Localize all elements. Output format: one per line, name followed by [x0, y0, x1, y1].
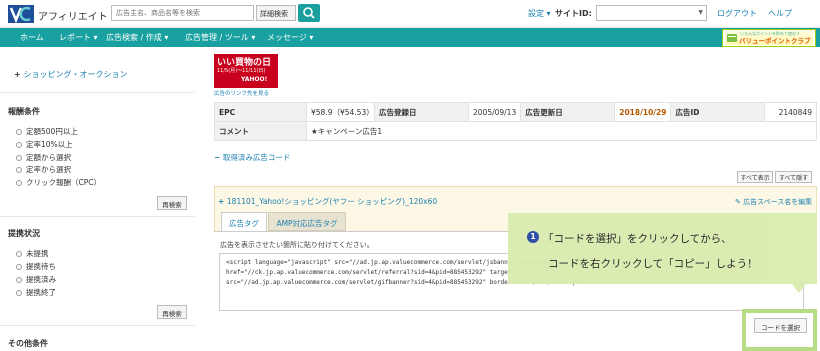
vc-logo-icon[interactable] — [8, 5, 34, 23]
divider — [0, 325, 195, 326]
help-link[interactable]: ヘルプ — [768, 8, 792, 19]
comment-value: ★キャンペーン広告1 — [306, 121, 817, 141]
nav-ad-search[interactable]: 広告検索 / 作成 ▾ — [106, 32, 168, 43]
search-button[interactable] — [298, 4, 320, 22]
reward-option[interactable]: 定額から選択 — [16, 152, 71, 163]
site-id-select[interactable]: ▼ — [596, 5, 707, 21]
radio-icon — [16, 142, 22, 148]
ad-space-title-label: 181101_Yahoo!ショッピング(ヤフー ショッピング)_120x60 — [226, 197, 438, 206]
reward-option[interactable]: 定率10%以上 — [16, 139, 73, 150]
ad-destination-link[interactable]: 広告のリンク先を見る — [214, 89, 269, 97]
instruction-callout: 1 「コードを選択」をクリックしてから、 コードを右クリックして「コピー」しよう… — [508, 213, 817, 284]
settings-menu[interactable]: 設定 ▾ — [528, 8, 551, 19]
status-option[interactable]: 提携終了 — [16, 287, 56, 298]
status-research-button[interactable]: 再検索 — [157, 305, 187, 319]
callout-line-1: 「コードを選択」をクリックしてから、 — [543, 233, 732, 245]
status-option[interactable]: 提携済み — [16, 274, 56, 285]
status-option[interactable]: 未提携 — [16, 248, 49, 259]
other-conditions-title: その他条件 — [8, 339, 48, 348]
table-row: コメント ★キャンペーン広告1 — [214, 121, 817, 141]
logout-link[interactable]: ログアウト — [717, 8, 757, 19]
comment-label: コメント — [214, 121, 307, 141]
search-mode-select[interactable]: 詳細検索 — [256, 5, 296, 21]
fetched-codes-toggle[interactable]: − 取得済み広告コード — [214, 152, 290, 163]
search-icon — [303, 7, 315, 19]
ad-space-title[interactable]: + 181101_Yahoo!ショッピング(ヤフー ショッピング)_120x60 — [218, 196, 437, 207]
radio-icon — [16, 290, 22, 296]
status-title: 提携状況 — [8, 229, 40, 238]
chevron-down-icon: ▼ — [698, 9, 703, 16]
radio-icon — [16, 180, 22, 186]
tab-ad-tag[interactable]: 広告タグ — [221, 212, 267, 231]
ad-info-table: EPC ¥58.9（¥54.53） 広告登録日 2005/09/13 広告更新日… — [214, 102, 817, 141]
brand-name: アフィリエイト — [38, 12, 108, 23]
radio-icon — [16, 155, 22, 161]
ad-banner-dates: 11/5(月)〜11/11(日) — [217, 68, 266, 74]
divider — [0, 92, 195, 93]
ad-id-label: 広告ID — [670, 102, 766, 122]
radio-icon — [16, 251, 22, 257]
radio-icon — [16, 277, 22, 283]
updated-label: 広告更新日 — [520, 102, 616, 122]
registered-label: 広告登録日 — [374, 102, 469, 122]
table-row: EPC ¥58.9（¥54.53） 広告登録日 2005/09/13 広告更新日… — [214, 102, 817, 122]
select-code-button[interactable]: コードを選択 — [754, 318, 807, 333]
yahoo-logo: YAHOO! — [241, 76, 268, 83]
edit-space-name-link[interactable]: ✎ 広告スペース名を編集 — [735, 197, 812, 207]
reward-title: 報酬条件 — [8, 107, 40, 116]
category-link[interactable]: + ショッピング・オークション — [14, 69, 128, 80]
reward-option[interactable]: 定額500円以上 — [16, 126, 78, 137]
reward-option[interactable]: 定率から選択 — [16, 164, 71, 175]
nav-home[interactable]: ホーム — [20, 32, 44, 43]
ad-banner-image[interactable]: いい買物の日 11/5(月)〜11/11(日) YAHOO! — [214, 54, 278, 88]
collapse-all-button[interactable]: すべて隠す — [775, 171, 812, 183]
banner-text: バリューポイントクラブ — [739, 37, 811, 45]
top-header: アフィリエイト 詳細検索 設定 ▾ サイトID: ▼ ログアウト ヘルプ — [0, 0, 820, 28]
radio-icon — [16, 129, 22, 135]
nav-report[interactable]: レポート ▾ — [59, 32, 98, 43]
step-number-badge: 1 — [527, 231, 539, 243]
nav-messages[interactable]: メッセージ ▾ — [267, 32, 313, 43]
banner-bg: いろんなポイントを貯めて使おう バリューポイントクラブ — [725, 31, 813, 45]
plus-icon: + — [14, 70, 24, 79]
reward-research-button[interactable]: 再検索 — [157, 196, 187, 210]
plus-icon: + — [218, 197, 227, 206]
reward-option[interactable]: クリック報酬（CPC） — [16, 177, 101, 188]
paste-hint: 広告を表示させたい箇所に貼り付けてください。 — [220, 241, 374, 249]
point-card-icon — [727, 34, 737, 42]
radio-icon — [16, 167, 22, 173]
nav-ad-manage[interactable]: 広告管理 / ツール ▾ — [185, 32, 255, 43]
site-id-label: サイトID: — [555, 9, 592, 18]
search-input[interactable] — [111, 5, 254, 21]
updated-value: 2018/10/29 — [614, 102, 672, 122]
radio-icon — [16, 264, 22, 270]
minus-icon: − — [214, 153, 223, 162]
show-all-button[interactable]: すべて表示 — [737, 171, 773, 183]
ad-id-value: 2140849 — [764, 102, 817, 122]
edit-space-name-label: 広告スペース名を編集 — [743, 198, 813, 206]
divider — [0, 216, 195, 217]
callout-line-2: コードを右クリックして「コピー」しよう！ — [548, 258, 758, 270]
category-link-label: ショッピング・オークション — [23, 70, 128, 79]
value-point-club-banner[interactable]: いろんなポイントを貯めて使おう バリューポイントクラブ — [722, 29, 816, 47]
callout-pointer — [792, 284, 806, 293]
status-option[interactable]: 提携待ち — [16, 261, 56, 272]
fetched-codes-label: 取得済み広告コード — [222, 153, 291, 162]
epc-label: EPC — [214, 102, 307, 122]
registered-value: 2005/09/13 — [467, 102, 522, 122]
epc-value: ¥58.9（¥54.53） — [306, 102, 375, 122]
pencil-icon: ✎ — [735, 198, 744, 206]
tab-amp-ad-tag[interactable]: AMP対応広告タグ — [268, 212, 346, 231]
main-nav: ホーム レポート ▾ 広告検索 / 作成 ▾ 広告管理 / ツール ▾ メッセー… — [0, 28, 820, 47]
